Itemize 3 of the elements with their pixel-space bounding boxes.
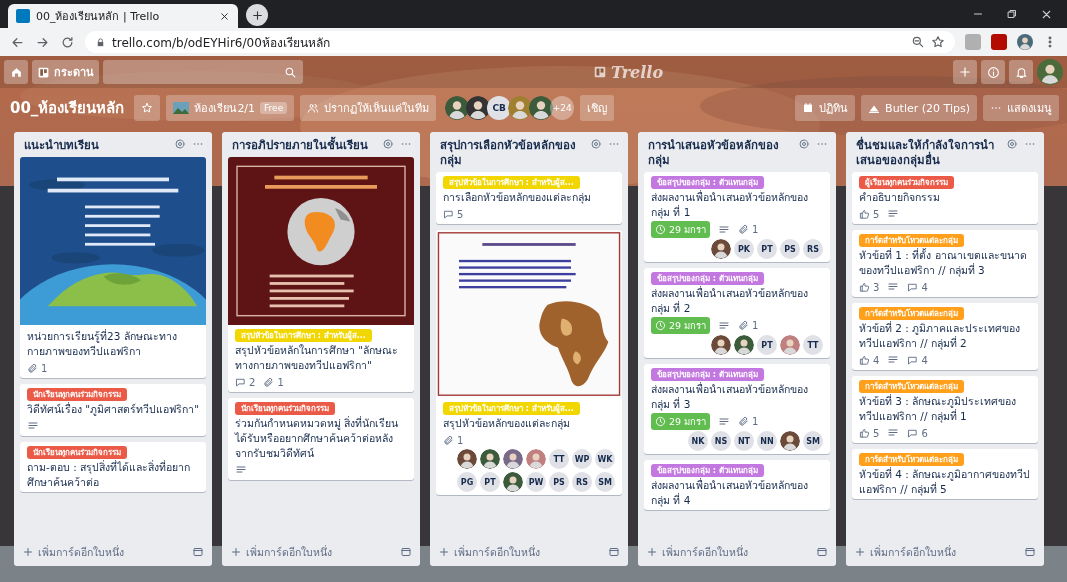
browser-tab[interactable]: 00_ห้องเรียนหลัก | Trello (8, 4, 238, 28)
address-bar[interactable]: trello.com/b/odEYHir6/00ห้องเรียนหลัก (85, 31, 955, 53)
tab-title: 00_ห้องเรียนหลัก | Trello (36, 9, 161, 25)
